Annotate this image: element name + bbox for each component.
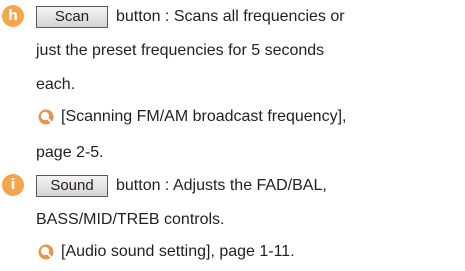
item-marker-i: i <box>2 174 24 196</box>
sound-button[interactable]: Sound <box>36 175 108 197</box>
scan-reference-page: page 2-5. <box>36 144 104 161</box>
scan-description-line-3: each. <box>36 76 76 93</box>
magnifier-reference-icon <box>38 244 54 260</box>
sound-reference-link[interactable]: [Audio sound setting], page 1-11. <box>61 244 295 260</box>
scan-button[interactable]: Scan <box>36 6 108 28</box>
sound-description-line-2: BASS/MID/TREB controls. <box>36 211 225 228</box>
scan-description-line-2: just the preset frequencies for 5 second… <box>36 42 325 59</box>
scan-description-line-1: button : Scans all frequencies or <box>116 8 345 25</box>
item-marker-h: h <box>2 5 24 27</box>
sound-description-line-1: button : Adjusts the FAD/BAL, <box>116 177 327 194</box>
scan-reference-link[interactable]: [Scanning FM/AM broadcast frequency], <box>61 109 346 125</box>
magnifier-reference-icon <box>38 109 54 125</box>
